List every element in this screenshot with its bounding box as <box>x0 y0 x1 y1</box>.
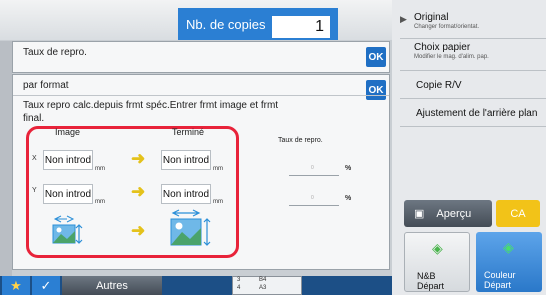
menu-paper-label: Choix papier <box>414 42 471 53</box>
x-final-field[interactable]: Non introd <box>161 150 211 170</box>
preview-label: Aperçu <box>436 207 472 220</box>
bw-label: N&B <box>417 271 436 281</box>
tray-3-number: 3 <box>237 277 241 283</box>
divider <box>400 38 546 39</box>
color-label: Couleur <box>484 270 516 280</box>
ca-button[interactable]: CA <box>496 200 540 227</box>
divider <box>400 70 546 71</box>
copies-label: Nb. de copies <box>186 16 266 32</box>
others-label: Autres <box>96 279 128 292</box>
ratio-label: Taux de repro. <box>278 137 323 144</box>
menu-background-adjust[interactable]: Ajustement de l'arrière plan <box>416 108 546 119</box>
left-sidebar <box>0 41 12 276</box>
menu-original-sub: Changer format/orientat. <box>414 24 480 30</box>
y-image-field[interactable]: Non introd <box>43 184 93 204</box>
y-final-unit: mm <box>213 199 223 205</box>
bw-start-button[interactable]: ◈ N&B Départ <box>404 232 470 292</box>
by-format-ok-button[interactable]: OK <box>366 80 386 100</box>
color-sub: Départ <box>484 280 512 290</box>
ratio-y: 0 % <box>289 195 351 211</box>
ratio-y-line <box>289 205 339 206</box>
others-button[interactable]: Autres <box>62 276 162 295</box>
menu-original-label: Original <box>414 12 449 23</box>
x-image-field[interactable]: Non introd <box>43 150 93 170</box>
by-format-title: par format <box>23 80 69 91</box>
format-input-area: Image Terminé X Non introd mm ➜ Non intr… <box>26 126 239 258</box>
check-icon[interactable]: ✓ <box>32 276 60 295</box>
copies-value[interactable]: 1 <box>272 16 330 38</box>
tray-4-number: 4 <box>237 285 241 291</box>
y-final-field[interactable]: Non introd <box>161 184 211 204</box>
favorite-star-icon[interactable]: ★ <box>2 276 30 295</box>
ratio-y-value: 0 <box>311 195 314 201</box>
right-panel: ▶ Original Changer format/orientat. Choi… <box>392 0 546 295</box>
x-label: X <box>32 155 37 162</box>
ratio-x-percent: % <box>345 165 352 172</box>
preview-icon: ▣ <box>414 208 425 220</box>
paper-tray-status: 3 B4 4 A3 <box>232 276 302 295</box>
copies-counter[interactable]: Nb. de copies 1 <box>178 8 338 40</box>
tray-4-size: A3 <box>259 285 267 291</box>
final-image-icon <box>169 209 215 249</box>
ratio-y-percent: % <box>345 195 352 202</box>
original-image-icon <box>51 215 87 247</box>
repro-ratio-title: Taux de repro. <box>23 47 87 58</box>
repro-ok-button[interactable]: OK <box>366 47 386 67</box>
start-icon: ◈ <box>432 240 443 256</box>
expand-icon[interactable]: ▶ <box>400 14 407 25</box>
x-arrow-icon: ➜ <box>131 149 146 168</box>
y-image-unit: mm <box>95 199 105 205</box>
menu-paper-select[interactable]: Choix papier Modifier le mag. d'alim. pa… <box>414 42 546 60</box>
bw-sub: Départ <box>417 281 445 291</box>
col-image-label: Image <box>55 127 81 137</box>
by-format-description: Taux repro calc.depuis frmt spéc.Entrer … <box>23 100 279 124</box>
y-label: Y <box>32 187 37 194</box>
ratio-x-line <box>289 175 339 176</box>
preview-button[interactable]: ▣ Aperçu <box>404 200 492 227</box>
y-arrow-icon: ➜ <box>131 182 146 201</box>
color-start-button[interactable]: ◈ Couleur Départ <box>476 232 542 292</box>
tray-3-size: B4 <box>259 277 267 283</box>
col-final-label: Terminé <box>172 127 205 137</box>
divider <box>400 126 546 127</box>
repro-ratio-panel: Taux de repro. OK <box>12 41 390 73</box>
divider <box>400 98 546 99</box>
ratio-x: 0 % <box>289 165 351 181</box>
size-arrow-icon: ➜ <box>131 221 146 240</box>
menu-original[interactable]: Original Changer format/orientat. <box>414 12 546 30</box>
start-icon: ◈ <box>503 239 514 255</box>
x-final-unit: mm <box>213 166 223 172</box>
x-image-unit: mm <box>95 166 105 172</box>
menu-duplex[interactable]: Copie R/V <box>416 80 546 91</box>
menu-paper-sub: Modifier le mag. d'alim. pap. <box>414 54 489 60</box>
panel-divider <box>13 95 389 96</box>
ratio-x-value: 0 <box>311 165 314 171</box>
